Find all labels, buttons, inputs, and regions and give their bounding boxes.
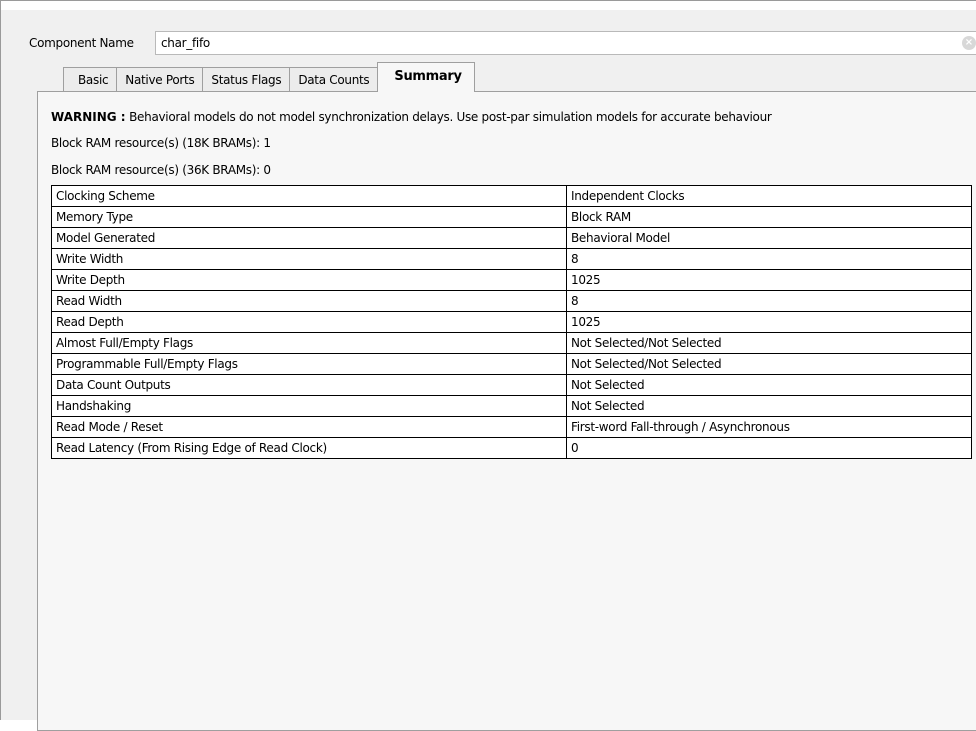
row-value: Independent Clocks bbox=[566, 185, 972, 207]
row-name: Memory Type bbox=[51, 206, 567, 228]
row-name: Data Count Outputs bbox=[51, 374, 567, 396]
row-value: 1025 bbox=[566, 269, 972, 291]
tab-status-flags-label: Status Flags bbox=[211, 73, 282, 87]
tab-data-counts[interactable]: Data Counts bbox=[289, 67, 379, 92]
tab-summary[interactable]: Summary bbox=[377, 62, 475, 92]
summary-panel: WARNING : Behavioral models do not model… bbox=[37, 91, 976, 731]
top-strip bbox=[1, 1, 976, 10]
component-name-label: Component Name bbox=[29, 36, 134, 50]
table-row: Handshaking Not Selected bbox=[51, 395, 972, 417]
tab-bar: Basic Native Ports Status Flags Data Cou… bbox=[63, 62, 475, 92]
row-value: Not Selected/Not Selected bbox=[566, 353, 972, 375]
tab-basic-label: Basic bbox=[78, 73, 109, 87]
component-name-row: Component Name bbox=[29, 30, 134, 56]
bram-36k-resources: Block RAM resource(s) (36K BRAMs): 0 bbox=[51, 163, 271, 177]
table-row: Read Depth 1025 bbox=[51, 311, 972, 333]
row-name: Clocking Scheme bbox=[51, 185, 567, 207]
row-name: Write Depth bbox=[51, 269, 567, 291]
component-name-input[interactable] bbox=[155, 31, 976, 55]
summary-table: Clocking Scheme Independent Clocks Memory… bbox=[51, 185, 972, 459]
row-name: Read Depth bbox=[51, 311, 567, 333]
row-name: Model Generated bbox=[51, 227, 567, 249]
row-value: 1025 bbox=[566, 311, 972, 333]
table-row: Model Generated Behavioral Model bbox=[51, 227, 972, 249]
row-name: Almost Full/Empty Flags bbox=[51, 332, 567, 354]
bram-18k-resources: Block RAM resource(s) (18K BRAMs): 1 bbox=[51, 136, 271, 150]
tab-native-ports[interactable]: Native Ports bbox=[116, 67, 204, 92]
row-value: First-word Fall-through / Asynchronous bbox=[566, 416, 972, 438]
row-value: 8 bbox=[566, 290, 972, 312]
table-row: Read Mode / Reset First-word Fall-through… bbox=[51, 416, 972, 438]
clear-icon[interactable]: × bbox=[962, 36, 976, 50]
table-row: Data Count Outputs Not Selected bbox=[51, 374, 972, 396]
tab-native-ports-label: Native Ports bbox=[125, 73, 195, 87]
table-row: Programmable Full/Empty Flags Not Selecte… bbox=[51, 353, 972, 375]
row-value: Not Selected bbox=[566, 374, 972, 396]
row-value: Block RAM bbox=[566, 206, 972, 228]
row-name: Handshaking bbox=[51, 395, 567, 417]
warning-text: Behavioral models do not model synchroni… bbox=[125, 110, 772, 124]
row-value: Not Selected/Not Selected bbox=[566, 332, 972, 354]
warning-prefix: WARNING : bbox=[51, 110, 126, 124]
row-name: Read Latency (From Rising Edge of Read C… bbox=[51, 437, 567, 459]
tab-basic[interactable]: Basic bbox=[63, 67, 118, 92]
tab-status-flags[interactable]: Status Flags bbox=[202, 67, 291, 92]
table-row: Memory Type Block RAM bbox=[51, 206, 972, 228]
row-name: Read Width bbox=[51, 290, 567, 312]
table-row: Read Width 8 bbox=[51, 290, 972, 312]
warning-message: WARNING : Behavioral models do not model… bbox=[51, 110, 772, 124]
row-name: Write Width bbox=[51, 248, 567, 270]
row-value: Behavioral Model bbox=[566, 227, 972, 249]
tab-summary-label: Summary bbox=[394, 69, 462, 84]
row-value: 8 bbox=[566, 248, 972, 270]
table-row: Write Width 8 bbox=[51, 248, 972, 270]
row-value: 0 bbox=[566, 437, 972, 459]
row-name: Programmable Full/Empty Flags bbox=[51, 353, 567, 375]
table-row: Almost Full/Empty Flags Not Selected/Not … bbox=[51, 332, 972, 354]
tab-data-counts-label: Data Counts bbox=[298, 73, 370, 87]
table-row: Clocking Scheme Independent Clocks bbox=[51, 185, 972, 207]
component-configuration-window: Component Name × Basic Native Ports Stat… bbox=[0, 0, 976, 731]
row-value: Not Selected bbox=[566, 395, 972, 417]
table-row: Read Latency (From Rising Edge of Read C… bbox=[51, 437, 972, 459]
row-name: Read Mode / Reset bbox=[51, 416, 567, 438]
table-row: Write Depth 1025 bbox=[51, 269, 972, 291]
